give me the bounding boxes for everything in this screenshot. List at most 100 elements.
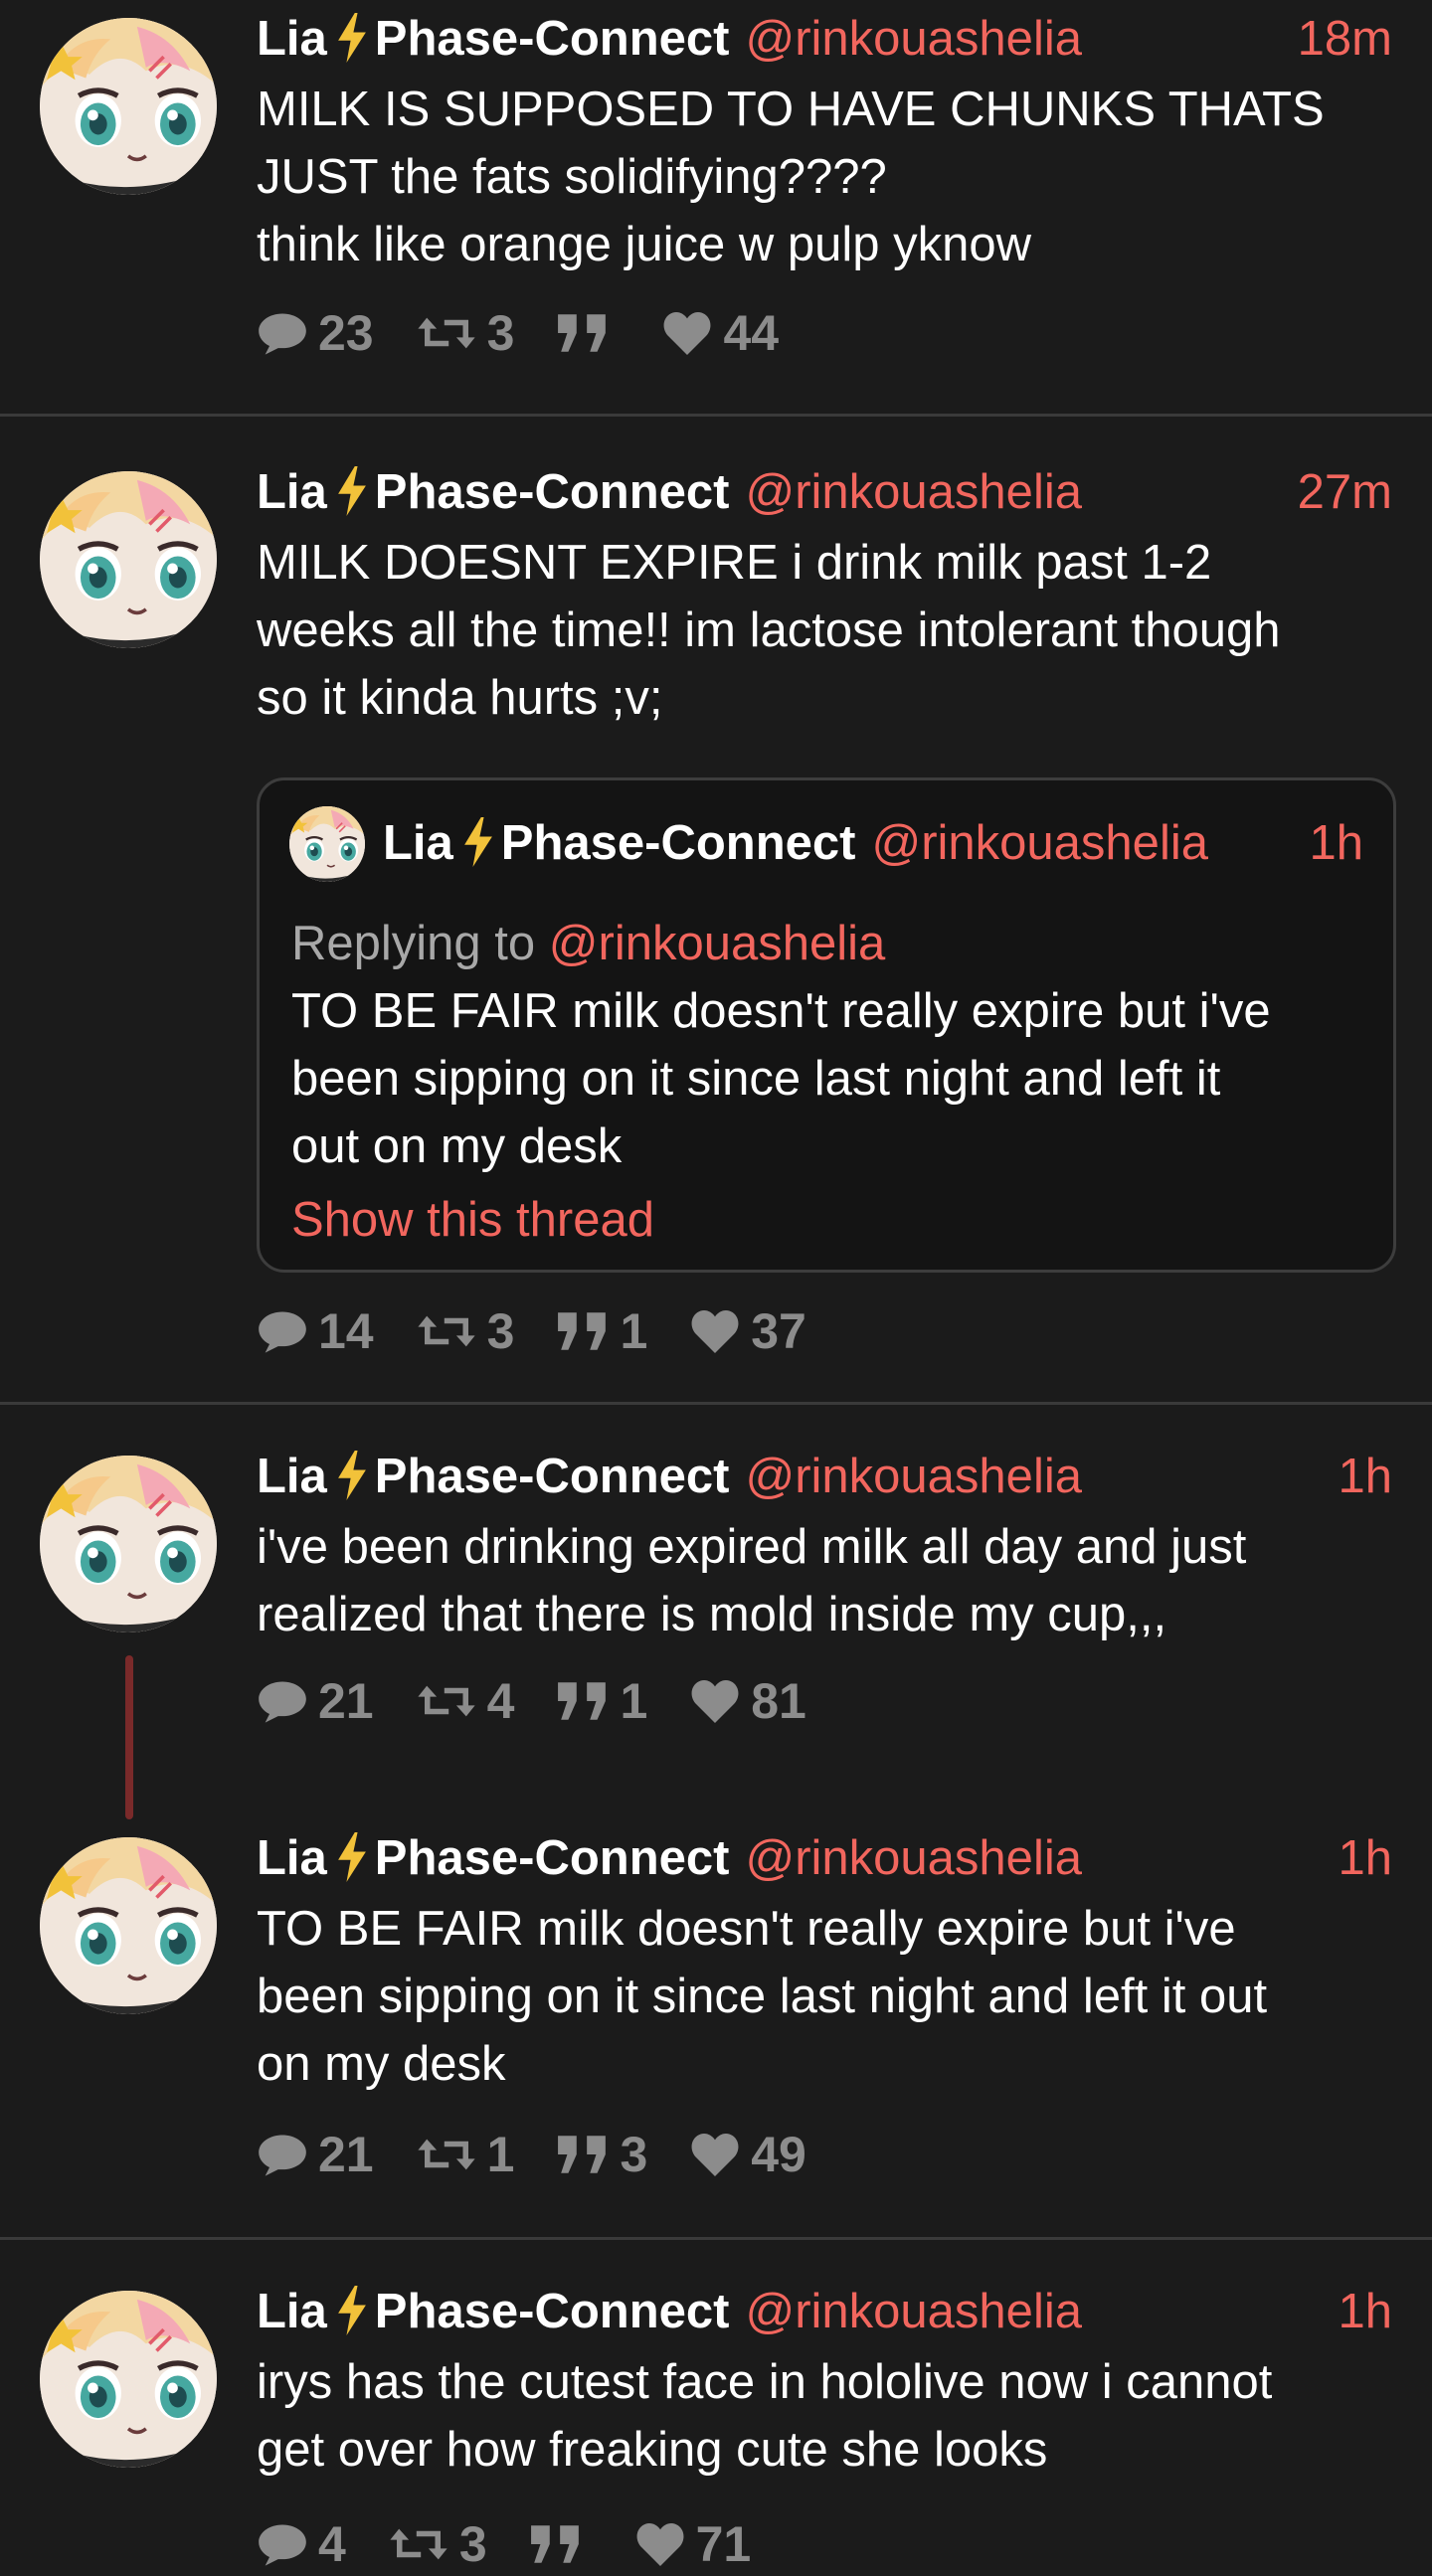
timestamp[interactable]: 18m xyxy=(1298,6,1392,72)
tweet[interactable]: Lia Phase-Connect @rinkouashelia 1h irys h… xyxy=(0,2241,1432,2576)
timestamp[interactable]: 1h xyxy=(1338,2279,1392,2344)
handle[interactable]: @rinkouashelia xyxy=(745,12,1081,66)
handle[interactable]: @rinkouashelia xyxy=(871,816,1207,870)
reply-count: 21 xyxy=(318,2127,374,2182)
retweet-count: 3 xyxy=(486,305,515,361)
handle[interactable]: @rinkouashelia xyxy=(745,1450,1081,1503)
quoted-tweet[interactable]: Lia Phase-Connect @rinkouashelia 1h Replyi… xyxy=(257,777,1396,1273)
divider xyxy=(0,2237,1432,2240)
timestamp[interactable]: 1h xyxy=(1309,810,1363,876)
retweet-button[interactable]: 3 xyxy=(416,1302,515,1360)
tweet-text: MILK IS SUPPOSED TO HAVE CHUNKS THATS JU… xyxy=(257,76,1392,278)
tweet[interactable]: Lia Phase-Connect @rinkouashelia 1h i've b… xyxy=(0,1406,1432,1794)
show-thread-link[interactable]: Show this thread xyxy=(291,1186,1363,1254)
display-name[interactable]: Lia xyxy=(257,465,327,519)
avatar[interactable] xyxy=(40,1456,217,1632)
handle[interactable]: @rinkouashelia xyxy=(745,2285,1081,2338)
quoted-text-line: been sipping on it since last night and … xyxy=(291,1052,1221,1106)
quoted-text-line: out on my desk xyxy=(291,1119,623,1173)
reply-button[interactable]: 14 xyxy=(257,1302,374,1360)
heart-icon xyxy=(689,1309,741,1353)
like-button[interactable]: 49 xyxy=(689,2126,806,2183)
reply-button[interactable]: 21 xyxy=(257,2126,374,2183)
quote-button[interactable]: 1 xyxy=(556,1302,647,1360)
divider xyxy=(0,1402,1432,1405)
tweet-text-line: weeks all the time!! im lactose intolera… xyxy=(257,603,1281,657)
retweet-arrows-icon xyxy=(416,1309,477,1353)
org-name[interactable]: Phase-Connect xyxy=(375,465,730,519)
display-name[interactable]: Lia xyxy=(257,1831,327,1885)
timestamp[interactable]: 27m xyxy=(1298,459,1392,525)
lightning-bolt-icon xyxy=(335,1451,369,1500)
org-name[interactable]: Phase-Connect xyxy=(375,1831,730,1885)
tweet-text-line: get over how freaking cute she looks xyxy=(257,2423,1048,2477)
reply-button[interactable]: 21 xyxy=(257,1672,374,1730)
tweet-actions: 23 3 44 xyxy=(257,298,1392,368)
display-name[interactable]: Lia xyxy=(257,2285,327,2338)
quoted-text-line: TO BE FAIR milk doesn't really expire bu… xyxy=(291,984,1271,1038)
like-button[interactable]: 37 xyxy=(689,1302,806,1360)
display-name[interactable]: Lia xyxy=(383,816,453,870)
quote-button[interactable] xyxy=(556,311,620,355)
tweet-header: Lia Phase-Connect @rinkouashelia 27m xyxy=(257,459,1392,525)
tweet-text-line: on my desk xyxy=(257,2037,506,2091)
replying-to: Replying to @rinkouashelia xyxy=(291,910,1363,977)
tweet[interactable]: Lia Phase-Connect @rinkouashelia 18m MILK … xyxy=(0,0,1432,416)
org-name[interactable]: Phase-Connect xyxy=(375,1450,730,1503)
retweet-count: 4 xyxy=(486,1673,515,1729)
reply-button[interactable]: 4 xyxy=(257,2515,346,2573)
like-button[interactable]: 44 xyxy=(661,304,779,362)
retweet-button[interactable]: 3 xyxy=(416,304,515,362)
retweet-button[interactable]: 4 xyxy=(416,1672,515,1730)
divider xyxy=(0,414,1432,417)
tweet-text-line: realized that there is mold inside my cu… xyxy=(257,1588,1167,1641)
org-name[interactable]: Phase-Connect xyxy=(375,12,730,66)
reply-button[interactable]: 23 xyxy=(257,304,374,362)
tweet-text: MILK DOESNT EXPIRE i drink milk past 1-2… xyxy=(257,529,1392,732)
speech-bubble-icon xyxy=(257,1679,308,1723)
avatar[interactable] xyxy=(40,1837,217,2014)
quote-count: 3 xyxy=(620,2127,648,2182)
org-name[interactable]: Phase-Connect xyxy=(501,816,856,870)
like-count: 49 xyxy=(751,2127,806,2182)
handle[interactable]: @rinkouashelia xyxy=(745,465,1081,519)
quote-button[interactable]: 3 xyxy=(556,2126,647,2183)
tweet[interactable]: Lia Phase-Connect @rinkouashelia 27m MILK … xyxy=(0,418,1432,1402)
like-button[interactable]: 71 xyxy=(634,2515,752,2573)
tweet-actions: 21 1 3 49 xyxy=(257,2120,1392,2189)
avatar[interactable] xyxy=(40,471,217,648)
retweet-count: 3 xyxy=(486,1303,515,1359)
tweet-actions: 14 3 1 37 xyxy=(257,1296,1392,1366)
quote-button[interactable]: 1 xyxy=(556,1672,647,1730)
timestamp[interactable]: 1h xyxy=(1338,1444,1392,1509)
quote-button[interactable] xyxy=(529,2522,593,2566)
tweet-header: Lia Phase-Connect @rinkouashelia 1h xyxy=(257,1825,1392,1891)
timestamp[interactable]: 1h xyxy=(1338,1825,1392,1891)
retweet-button[interactable]: 1 xyxy=(416,2126,514,2183)
heart-icon xyxy=(689,2133,741,2176)
quoted-avatar[interactable] xyxy=(289,806,365,882)
like-count: 71 xyxy=(695,2516,752,2572)
reply-count: 14 xyxy=(318,1303,374,1359)
quote-count: 1 xyxy=(620,1673,648,1729)
avatar[interactable] xyxy=(40,2291,217,2468)
like-button[interactable]: 81 xyxy=(689,1672,806,1730)
tweet-text-line: MILK IS SUPPOSED TO HAVE CHUNKS THATS xyxy=(257,83,1325,136)
display-name[interactable]: Lia xyxy=(257,1450,327,1503)
retweet-button[interactable]: 3 xyxy=(388,2515,487,2573)
replying-to-handle[interactable]: @rinkouashelia xyxy=(549,917,885,970)
tweet-text-line: MILK DOESNT EXPIRE i drink milk past 1-2 xyxy=(257,536,1212,590)
tweet-text: i've been drinking expired milk all day … xyxy=(257,1513,1392,1648)
handle[interactable]: @rinkouashelia xyxy=(745,1831,1081,1885)
tweet-text-line: irys has the cutest face in hololive now… xyxy=(257,2355,1273,2409)
retweet-arrows-icon xyxy=(416,311,477,355)
avatar[interactable] xyxy=(40,18,217,195)
tweet-text-line: been sipping on it since last night and … xyxy=(257,1970,1268,2023)
tweet[interactable]: Lia Phase-Connect @rinkouashelia 1h TO BE … xyxy=(0,1790,1432,2237)
org-name[interactable]: Phase-Connect xyxy=(375,2285,730,2338)
display-name[interactable]: Lia xyxy=(257,12,327,66)
retweet-arrows-icon xyxy=(416,1679,477,1723)
retweet-arrows-icon xyxy=(388,2522,449,2566)
lightning-bolt-icon xyxy=(335,1832,369,1882)
quote-marks-icon xyxy=(556,1679,610,1723)
